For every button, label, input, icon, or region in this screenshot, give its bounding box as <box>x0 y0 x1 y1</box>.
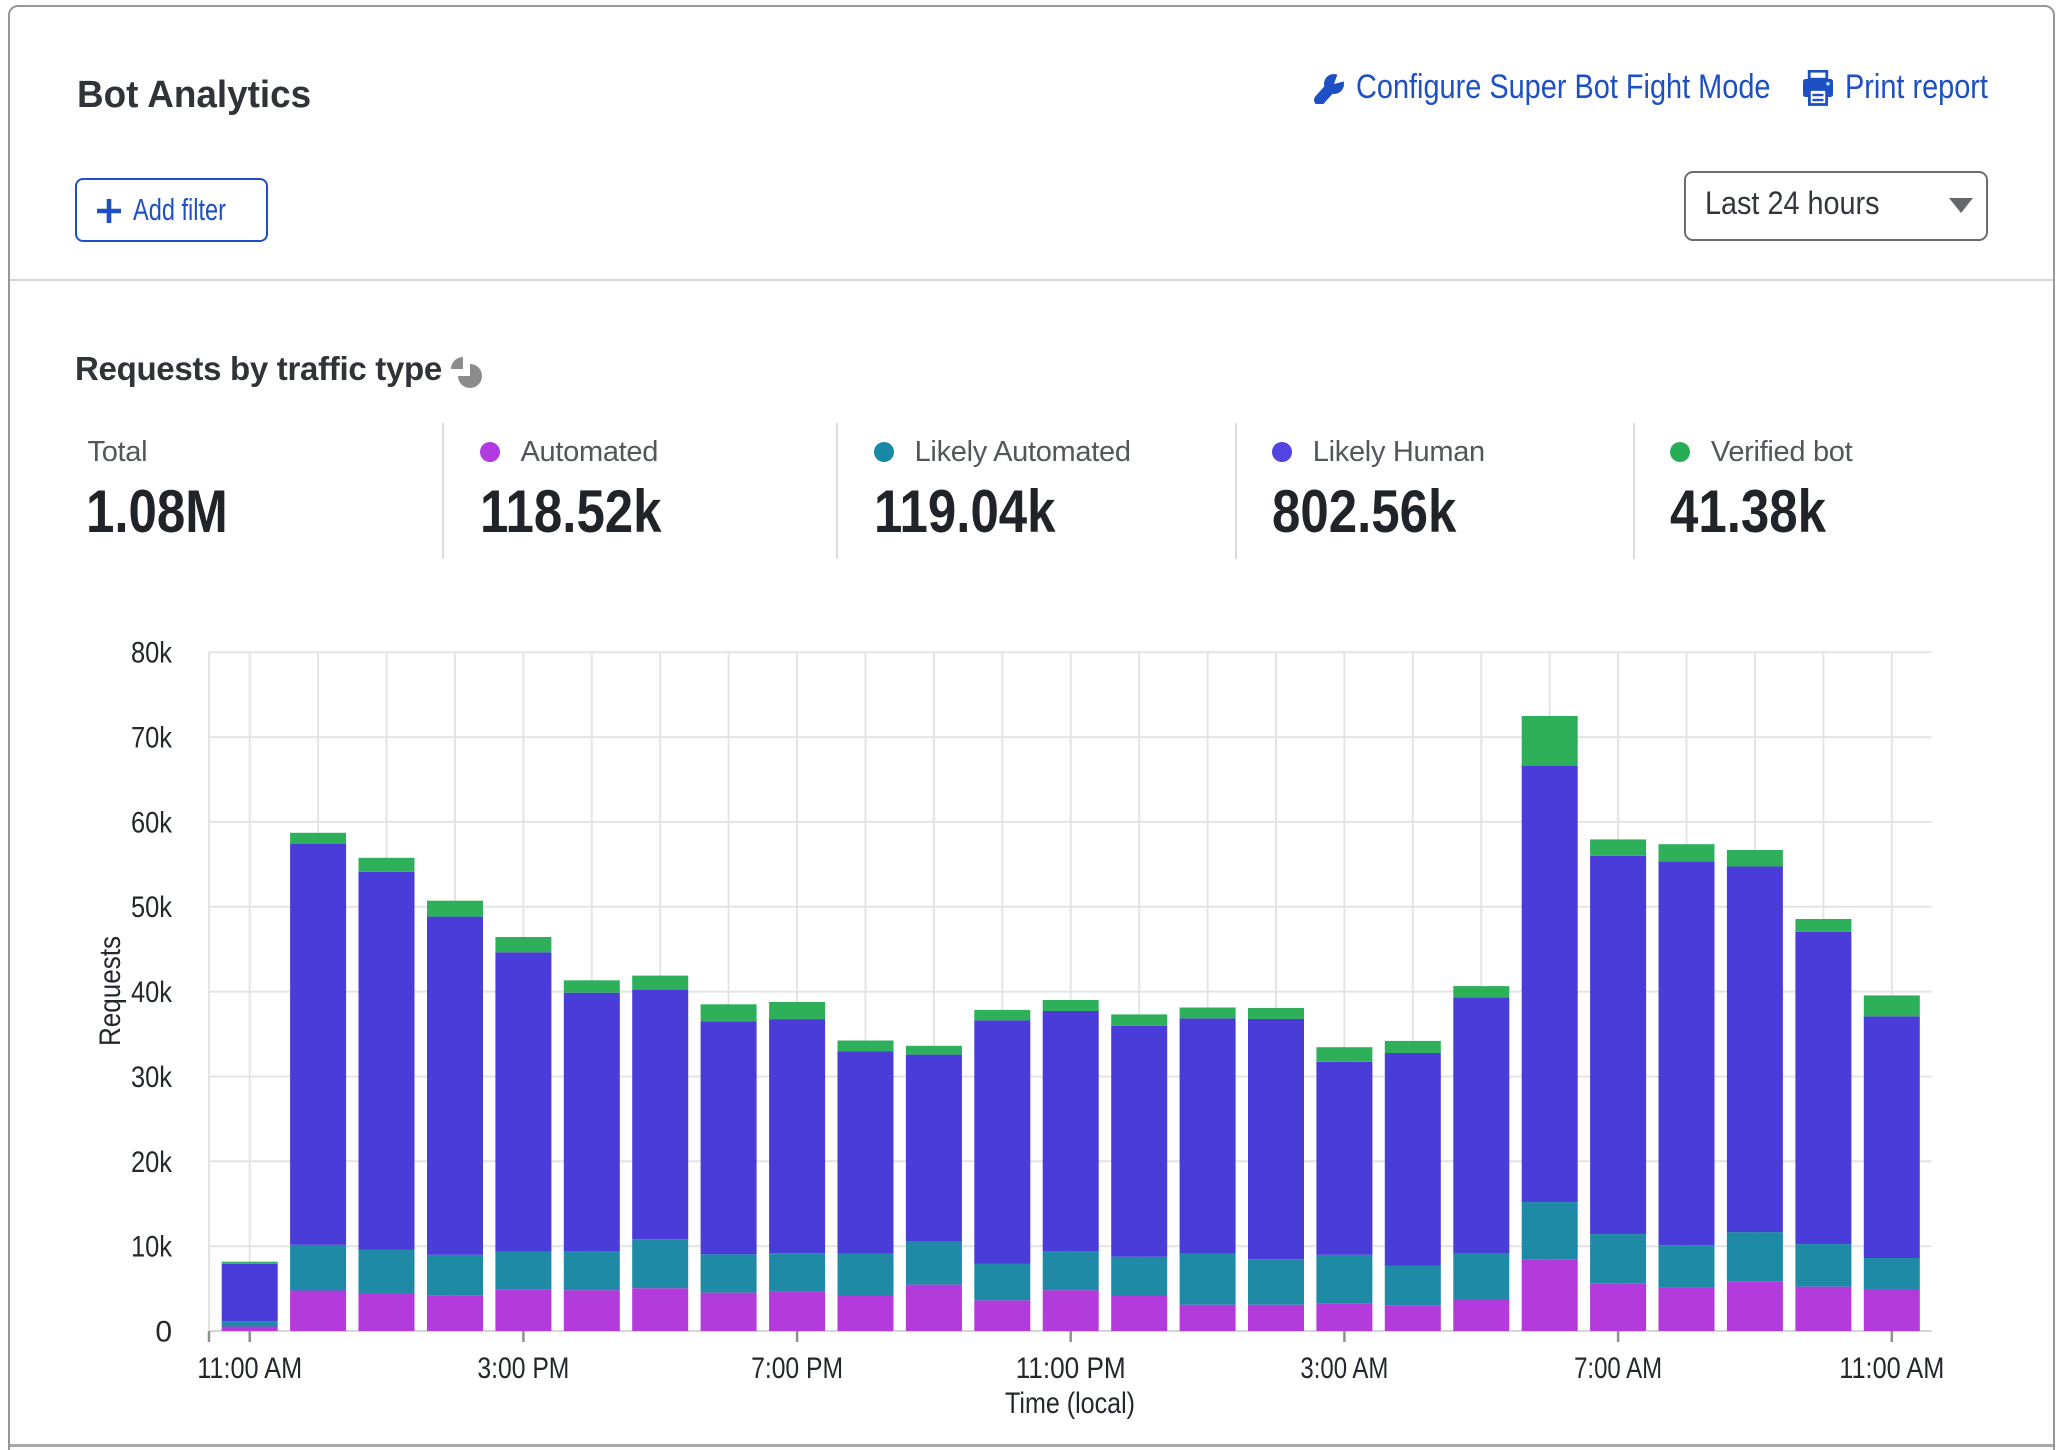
svg-text:10k: 10k <box>131 1231 173 1264</box>
svg-text:7:00 PM: 7:00 PM <box>751 1352 843 1385</box>
svg-text:11:00 PM: 11:00 PM <box>1016 1352 1126 1385</box>
svg-text:60k: 60k <box>131 806 173 839</box>
svg-text:11:00 AM: 11:00 AM <box>1839 1352 1944 1385</box>
svg-text:40k: 40k <box>131 976 173 1009</box>
svg-text:30k: 30k <box>131 1061 173 1094</box>
svg-text:3:00 PM: 3:00 PM <box>477 1352 569 1385</box>
svg-text:Time (local): Time (local) <box>1005 1387 1135 1420</box>
svg-text:20k: 20k <box>131 1146 173 1179</box>
svg-text:11:00 AM: 11:00 AM <box>197 1352 302 1385</box>
svg-text:3:00 AM: 3:00 AM <box>1300 1352 1388 1385</box>
svg-text:70k: 70k <box>131 722 173 755</box>
svg-text:0: 0 <box>155 1316 172 1349</box>
svg-text:Requests: Requests <box>94 936 127 1046</box>
svg-text:7:00 AM: 7:00 AM <box>1574 1352 1662 1385</box>
svg-text:50k: 50k <box>131 891 173 924</box>
svg-text:80k: 80k <box>131 637 173 670</box>
